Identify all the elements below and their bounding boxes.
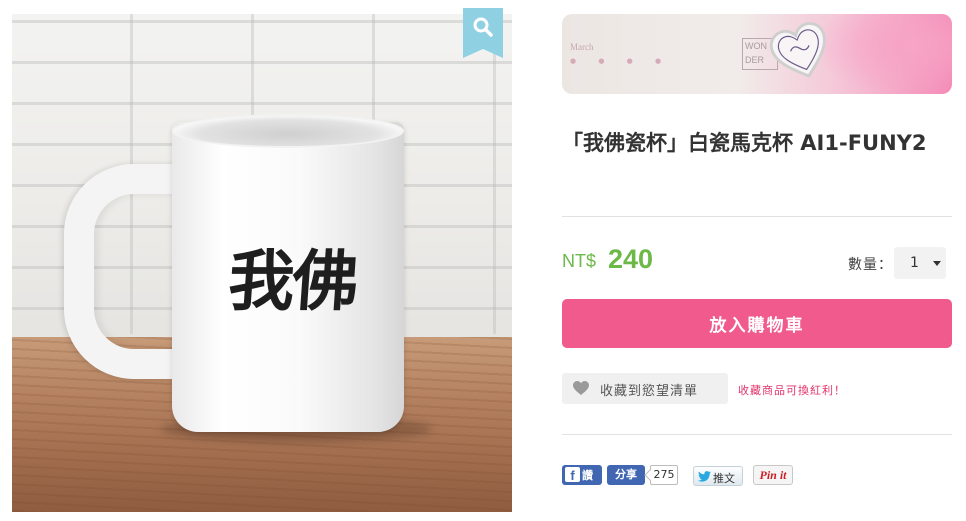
mug-print-text: 我佛: [225, 242, 360, 320]
mug-rim: [172, 114, 404, 148]
banner-dots: ● ● ● ●: [570, 57, 672, 65]
tweet-button[interactable]: 推文: [693, 466, 743, 486]
banner-glow: [812, 14, 952, 94]
wishlist-bonus-note: 收藏商品可換紅利！: [738, 384, 846, 397]
tweet-label: 推文: [713, 472, 735, 485]
quantity-label: 數量：: [848, 257, 893, 273]
promo-banner[interactable]: March ● ● ● ● WON DER: [562, 14, 952, 94]
divider: [562, 216, 952, 217]
price-currency: NT$: [562, 251, 597, 271]
add-to-wishlist-button[interactable]: 收藏到慾望清單: [562, 373, 728, 404]
divider: [562, 434, 952, 435]
add-to-cart-button[interactable]: 放入購物車: [562, 299, 952, 348]
product-title: 「我佛瓷杯」白瓷馬克杯 AI1-FUNY2: [562, 131, 927, 155]
facebook-like-label: 讚: [582, 469, 593, 482]
facebook-icon: f: [565, 467, 580, 483]
twitter-bird-icon: [698, 471, 711, 482]
banner-month: March: [570, 42, 594, 52]
heart-icon: [573, 381, 589, 395]
facebook-like-button[interactable]: f 讚: [562, 465, 602, 485]
quantity-select[interactable]: 1: [894, 247, 946, 279]
facebook-share-button[interactable]: 分享: [607, 465, 645, 485]
quantity-value: 1: [910, 255, 919, 271]
search-icon: [473, 17, 493, 37]
pinterest-pin-button[interactable]: Pin it: [753, 465, 793, 485]
wishlist-label: 收藏到慾望清單: [600, 384, 699, 399]
price-value: 240: [608, 244, 654, 274]
product-image[interactable]: 我佛: [12, 14, 512, 512]
facebook-share-count: 275: [650, 465, 678, 485]
chevron-down-icon: [933, 261, 941, 266]
